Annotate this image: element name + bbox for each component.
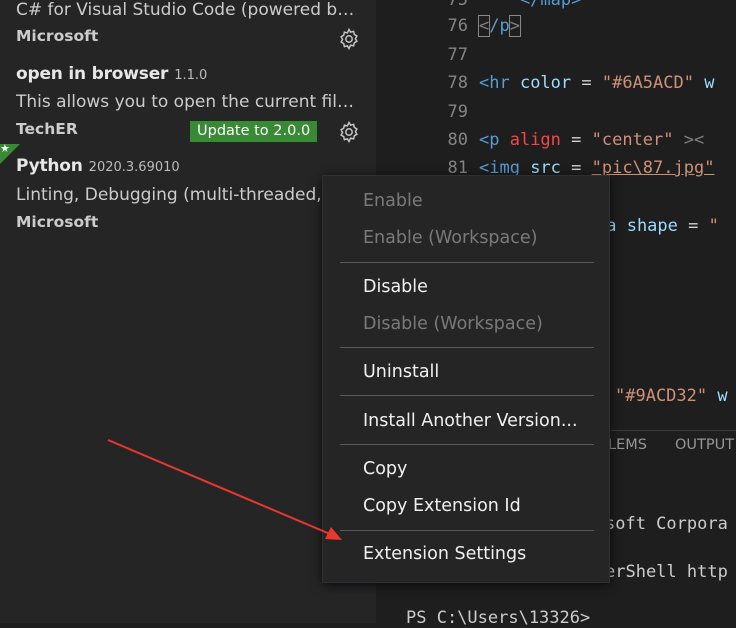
extension-description: C# for Visual Studio Code (powered by Om… <box>16 0 356 20</box>
code-line: ea shape = " <box>596 216 719 236</box>
extension-name: Python <box>16 156 83 176</box>
extension-publisher: Microsoft <box>16 27 99 45</box>
extension-publisher: Microsoft <box>16 213 99 231</box>
line-number: 76 <box>447 16 468 36</box>
line-number: 77 <box>447 45 468 65</box>
menu-item-disable-workspace[interactable]: Disable (Workspace) <box>363 314 543 334</box>
gear-icon[interactable] <box>337 27 361 51</box>
star-icon: ★ <box>0 142 10 155</box>
code-line: </map> <box>479 0 582 10</box>
line-number: 79 <box>447 102 468 122</box>
terminal-line: erShell http <box>605 562 728 582</box>
menu-item-install-another-version[interactable]: Install Another Version... <box>363 411 578 431</box>
menu-item-enable-workspace[interactable]: Enable (Workspace) <box>363 228 537 248</box>
extension-description: This allows you to open the current file… <box>16 92 356 112</box>
gear-icon[interactable] <box>337 120 361 144</box>
line-number: 80 <box>447 130 468 150</box>
menu-separator <box>340 530 594 531</box>
tab-output[interactable]: OUTPUT <box>675 437 734 453</box>
terminal-prompt: PS C:\Users\13326> <box>406 608 591 628</box>
extension-name: open in browser <box>16 64 169 84</box>
menu-separator <box>340 262 594 263</box>
menu-item-uninstall[interactable]: Uninstall <box>363 362 439 382</box>
extension-context-menu: Enable Enable (Workspace) Disable Disabl… <box>322 175 610 583</box>
code-line: </p> <box>477 15 522 37</box>
tab-problems[interactable]: LEMS <box>608 437 647 453</box>
menu-item-extension-settings[interactable]: Extension Settings <box>363 544 526 564</box>
menu-separator <box>340 347 594 348</box>
extensions-sidebar: C# for Visual Studio Code (powered by Om… <box>0 0 376 623</box>
extension-version: 1.1.0 <box>174 68 208 83</box>
extension-publisher: TechER <box>16 120 78 138</box>
menu-separator <box>340 395 594 396</box>
menu-item-copy[interactable]: Copy <box>363 459 407 479</box>
extension-version: 2020.3.69010 <box>88 160 180 175</box>
menu-item-copy-extension-id[interactable]: Copy Extension Id <box>363 496 521 516</box>
menu-item-enable[interactable]: Enable <box>363 191 423 211</box>
terminal-line: soft Corpora <box>605 514 728 534</box>
line-number: 78 <box>447 73 468 93</box>
update-button[interactable]: Update to 2.0.0 <box>190 121 318 142</box>
code-line: <p align = "center" >< <box>479 130 705 150</box>
code-line: "#9ACD32" w <box>615 386 728 406</box>
extension-description: Linting, Debugging (multi-threaded, remo… <box>16 185 356 205</box>
menu-separator <box>340 444 594 445</box>
menu-item-disable[interactable]: Disable <box>363 277 428 297</box>
code-line: <hr color = "#6A5ACD" w <box>479 73 715 93</box>
line-number: 75 <box>447 0 468 10</box>
